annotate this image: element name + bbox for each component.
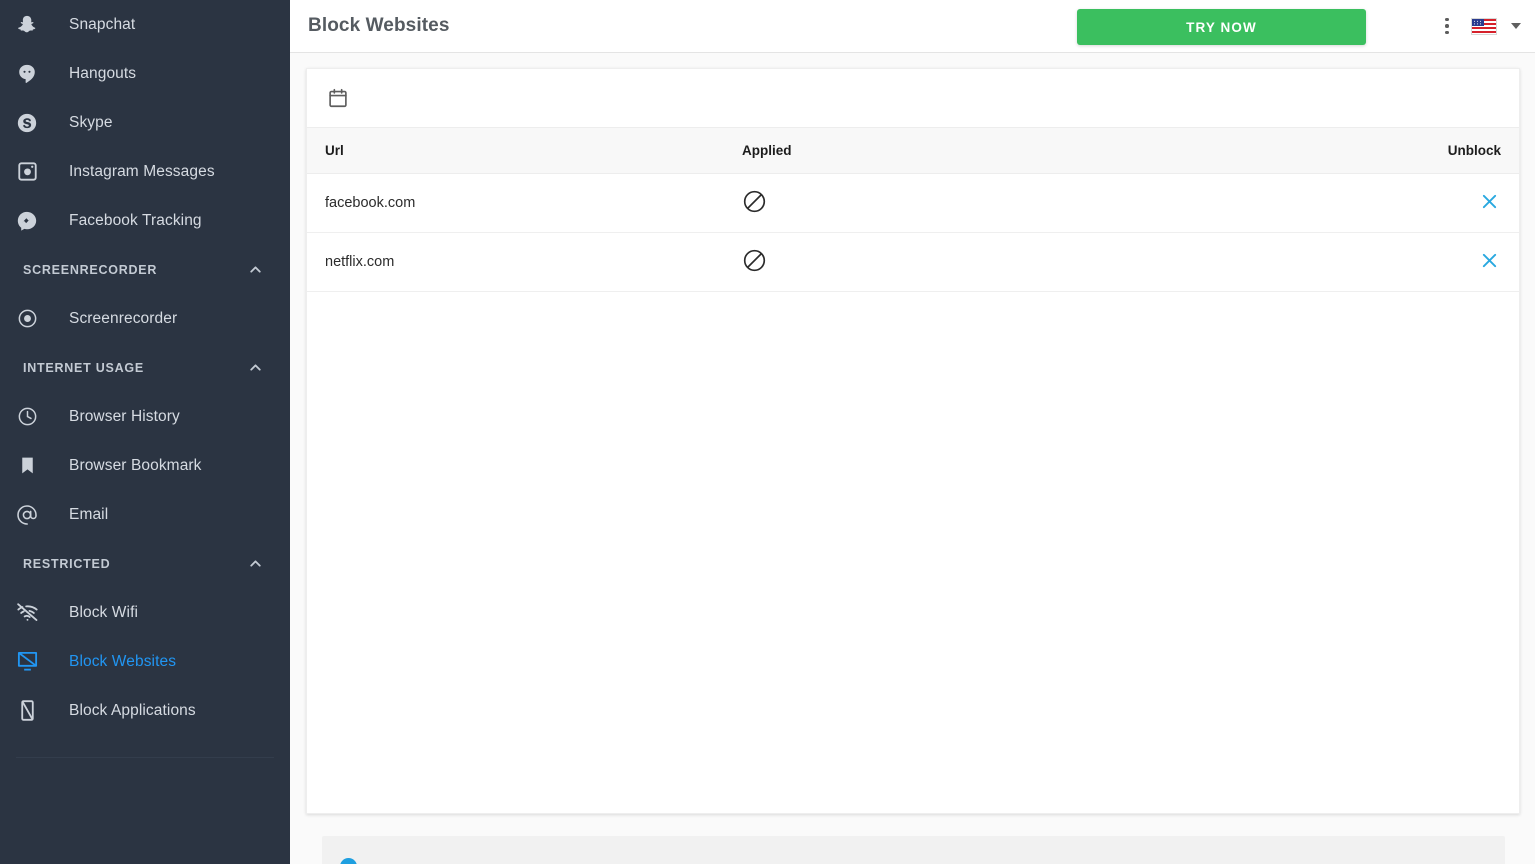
sidebar-group-title: INTERNET USAGE xyxy=(23,360,144,375)
page-title: Block Websites xyxy=(308,15,450,36)
chevron-up-icon[interactable] xyxy=(247,359,264,376)
sidebar-item-block-applications[interactable]: Block Applications xyxy=(0,686,290,735)
us-flag-icon[interactable] xyxy=(1471,17,1497,35)
info-dot-icon xyxy=(340,857,357,864)
column-header-unblock[interactable]: Unblock xyxy=(1414,127,1519,174)
sidebar-divider xyxy=(16,757,274,758)
sidebar-item-email[interactable]: Email xyxy=(0,490,290,539)
content-area: Url Applied Unblock facebook.com netflix… xyxy=(290,53,1535,864)
try-now-button[interactable]: TRY NOW xyxy=(1077,9,1366,45)
table-head: Url Applied Unblock xyxy=(307,127,1519,174)
at-sign-icon xyxy=(13,501,41,529)
sidebar-item-hangouts[interactable]: Hangouts xyxy=(0,49,290,98)
sidebar-item-label: Block Applications xyxy=(69,701,196,719)
more-vertical-icon[interactable] xyxy=(1437,13,1457,39)
sidebar-item-block-wifi[interactable]: Block Wifi xyxy=(0,588,290,637)
sidebar-item-browser-bookmark[interactable]: Browser Bookmark xyxy=(0,441,290,490)
table-header-row: Url Applied Unblock xyxy=(307,127,1519,174)
chevron-down-icon[interactable] xyxy=(1511,23,1521,29)
bookmark-icon xyxy=(13,452,41,480)
sidebar-item-snapchat[interactable]: Snapchat xyxy=(0,0,290,49)
sidebar-group-restricted[interactable]: RESTRICTED xyxy=(0,539,290,588)
app-root: Snapchat Hangouts Skype Instagram Messag… xyxy=(0,0,1535,864)
snapchat-icon xyxy=(13,11,41,39)
calendar-icon[interactable] xyxy=(324,84,352,112)
sidebar-item-skype[interactable]: Skype xyxy=(0,98,290,147)
main-area: Block Websites TRY NOW Url Applied Unblo… xyxy=(290,0,1535,864)
record-circle-icon xyxy=(13,305,41,333)
sidebar-item-label: Skype xyxy=(69,113,113,131)
sidebar-group-screenrecorder[interactable]: SCREENRECORDER xyxy=(0,245,290,294)
blocked-sites-table: Url Applied Unblock facebook.com netflix… xyxy=(307,127,1519,292)
clock-icon xyxy=(13,403,41,431)
column-header-applied[interactable]: Applied xyxy=(724,127,1414,174)
skype-icon xyxy=(13,109,41,137)
sidebar-group-title: RESTRICTED xyxy=(23,556,111,571)
close-icon[interactable] xyxy=(1477,249,1501,273)
sidebar-item-label: Email xyxy=(69,505,109,523)
sidebar-item-screenrecorder[interactable]: Screenrecorder xyxy=(0,294,290,343)
block-icon xyxy=(742,190,767,218)
sidebar-group-internet-usage[interactable]: INTERNET USAGE xyxy=(0,343,290,392)
sidebar-item-label: Block Wifi xyxy=(69,603,139,621)
sidebar-item-label: Hangouts xyxy=(69,64,137,82)
card-toolbar xyxy=(307,69,1519,127)
sidebar-group-title: SCREENRECORDER xyxy=(23,262,158,277)
sidebar-item-label: Screenrecorder xyxy=(69,309,178,327)
cell-url: facebook.com xyxy=(307,173,724,233)
sidebar-item-facebook-tracking[interactable]: Facebook Tracking xyxy=(0,196,290,245)
chevron-up-icon[interactable] xyxy=(247,261,264,278)
cell-applied xyxy=(724,232,1414,292)
cell-url: netflix.com xyxy=(307,232,724,292)
sidebar-item-label: Snapchat xyxy=(69,15,136,33)
sidebar-item-block-websites[interactable]: Block Websites xyxy=(0,637,290,686)
sidebar-item-instagram-messages[interactable]: Instagram Messages xyxy=(0,147,290,196)
sidebar-item-label: Block Websites xyxy=(69,652,177,670)
blocked-sites-card: Url Applied Unblock facebook.com netflix… xyxy=(306,68,1520,814)
wifi-off-icon xyxy=(13,599,41,627)
cell-unblock xyxy=(1414,232,1519,292)
sidebar-item-label: Facebook Tracking xyxy=(69,211,202,229)
sidebar: Snapchat Hangouts Skype Instagram Messag… xyxy=(0,0,290,864)
notice-bar xyxy=(322,836,1505,864)
sidebar-item-browser-history[interactable]: Browser History xyxy=(0,392,290,441)
cell-unblock xyxy=(1414,173,1519,233)
sidebar-item-label: Browser History xyxy=(69,407,180,425)
chevron-up-icon[interactable] xyxy=(247,555,264,572)
close-icon[interactable] xyxy=(1477,190,1501,214)
block-icon xyxy=(742,249,767,277)
instagram-icon xyxy=(13,158,41,186)
phone-disabled-icon xyxy=(13,697,41,725)
table-body: facebook.com netflix.com xyxy=(307,173,1519,292)
column-header-url[interactable]: Url xyxy=(307,127,724,174)
table-row[interactable]: netflix.com xyxy=(307,232,1519,292)
top-bar-actions xyxy=(1437,13,1521,39)
messenger-icon xyxy=(13,207,41,235)
table-empty-space xyxy=(307,292,1519,813)
top-bar: Block Websites TRY NOW xyxy=(290,0,1535,53)
hangouts-icon xyxy=(13,60,41,88)
desktop-disabled-icon xyxy=(13,648,41,676)
sidebar-item-label: Browser Bookmark xyxy=(69,456,202,474)
sidebar-item-label: Instagram Messages xyxy=(69,162,215,180)
cell-applied xyxy=(724,173,1414,233)
table-row[interactable]: facebook.com xyxy=(307,173,1519,233)
